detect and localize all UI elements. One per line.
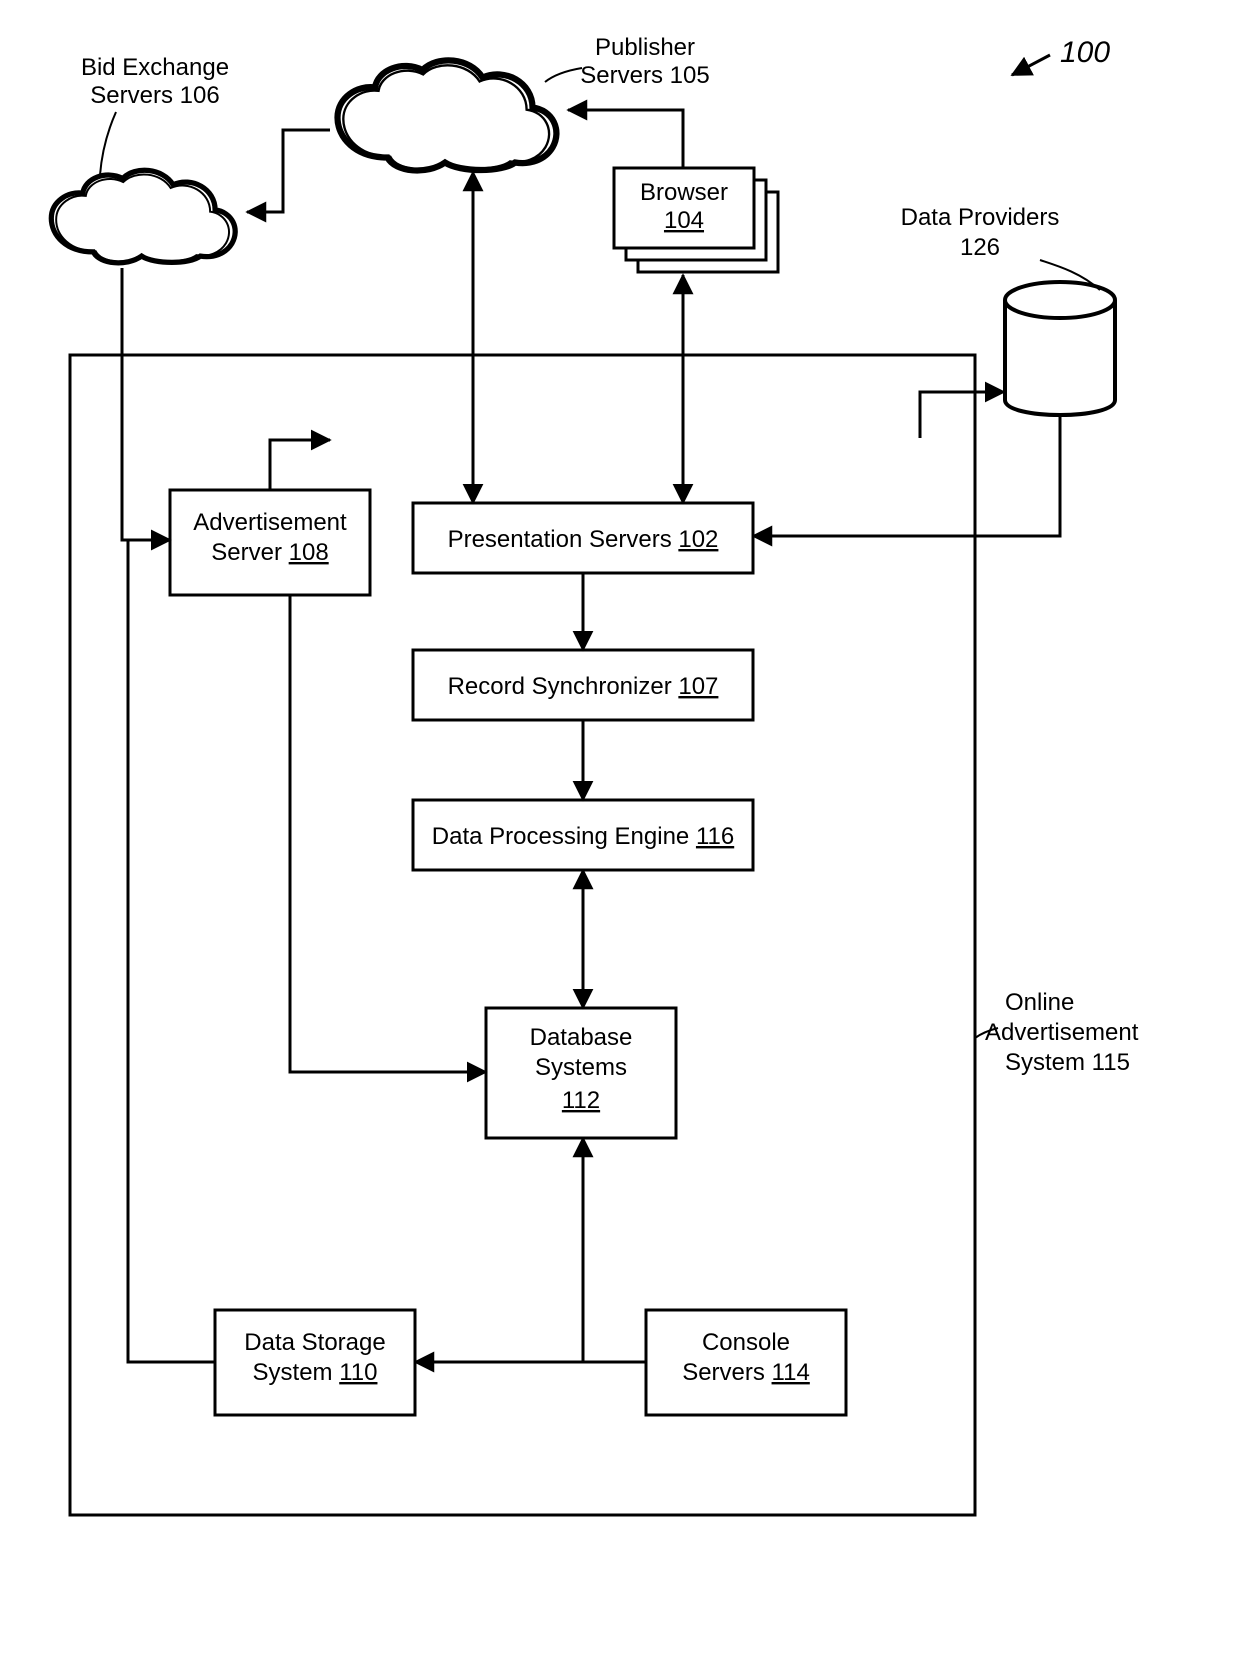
storage-label-2: System 110 xyxy=(253,1359,378,1386)
record-sync-text: Record Synchronizer xyxy=(448,673,679,700)
console-label-2: Servers 114 xyxy=(682,1359,810,1386)
publisher-label-1: Publisher xyxy=(595,34,695,61)
console-label-2-text: Servers xyxy=(682,1359,771,1386)
db-box: Database Systems 112 xyxy=(486,1008,676,1138)
storage-label-2-text: System xyxy=(253,1359,340,1386)
db-label-1: Database xyxy=(530,1024,633,1051)
figure-ref-text: 100 xyxy=(1060,36,1110,69)
db-label-2: Systems xyxy=(535,1054,627,1081)
conn-publisher-bid xyxy=(247,130,330,212)
data-providers-label-1: Data Providers xyxy=(901,204,1060,231)
dpe-box: Data Processing Engine 116 xyxy=(413,800,753,870)
system-label-2: Advertisement xyxy=(985,1019,1139,1046)
bid-exchange-label-1: Bid Exchange xyxy=(81,54,229,81)
browser-label: Browser xyxy=(640,179,728,206)
ad-server-label-2: Server 108 xyxy=(211,539,328,566)
presentation-box: Presentation Servers 102 xyxy=(413,503,753,573)
dpe-label: Data Processing Engine 116 xyxy=(432,823,734,850)
browser-num: 104 xyxy=(664,207,704,234)
storage-label-1: Data Storage xyxy=(244,1329,385,1356)
bid-exchange-leader xyxy=(100,112,116,175)
system-label-1: Online xyxy=(1005,989,1074,1016)
dpe-text: Data Processing Engine xyxy=(432,823,696,850)
bid-exchange-cloud xyxy=(51,170,235,263)
record-sync-box: Record Synchronizer 107 xyxy=(413,650,753,720)
browser-stack: Browser 104 xyxy=(614,168,778,272)
ad-server-num: 108 xyxy=(289,539,329,566)
publisher-label-2: Servers 105 xyxy=(580,62,709,89)
console-box: Console Servers 114 xyxy=(646,1310,846,1415)
data-providers-cylinder xyxy=(1005,282,1115,415)
publisher-leader xyxy=(545,68,582,82)
data-providers-label-2: 126 xyxy=(960,234,1000,261)
conn-publisher-browser xyxy=(568,110,683,168)
svg-text:100: 100 xyxy=(1060,36,1110,69)
record-sync-label: Record Synchronizer 107 xyxy=(448,673,719,700)
figure-ref: 100 xyxy=(1012,36,1110,75)
bid-exchange-label-2: Servers 106 xyxy=(90,82,219,109)
presentation-num: 102 xyxy=(678,526,718,553)
ad-server-label-1: Advertisement xyxy=(193,509,347,536)
ad-server-label-2-text: Server xyxy=(211,539,288,566)
console-num: 114 xyxy=(772,1359,810,1386)
diagram-svg: 100 Bid Exchange Servers 106 Publisher S… xyxy=(0,0,1240,1657)
console-label-1: Console xyxy=(702,1329,790,1356)
presentation-label: Presentation Servers 102 xyxy=(448,526,719,553)
dpe-num: 116 xyxy=(696,823,734,850)
storage-num: 110 xyxy=(339,1359,377,1386)
record-sync-num: 107 xyxy=(678,673,718,700)
storage-box: Data Storage System 110 xyxy=(215,1310,415,1415)
presentation-text: Presentation Servers xyxy=(448,526,679,553)
system-label-3: System 115 xyxy=(1005,1049,1130,1076)
ad-server-box: Advertisement Server 108 xyxy=(170,490,370,595)
db-num: 112 xyxy=(562,1087,600,1114)
publisher-cloud xyxy=(338,60,557,170)
